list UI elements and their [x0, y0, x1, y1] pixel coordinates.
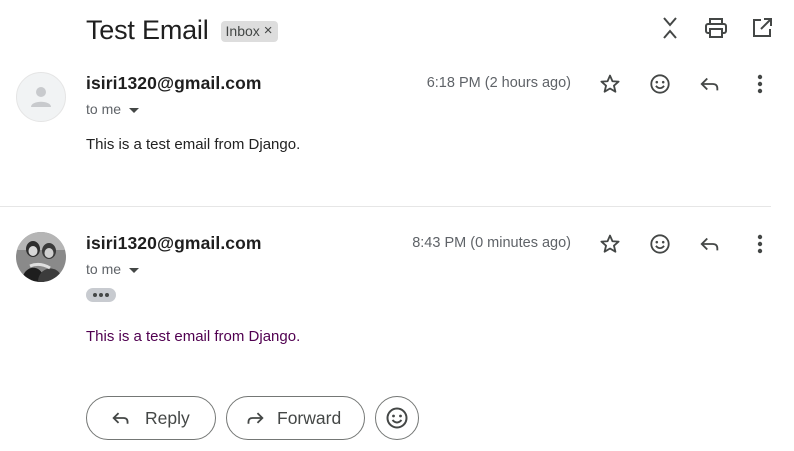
recipient-summary: to me — [86, 261, 122, 277]
collapse-all-icon[interactable] — [658, 16, 682, 40]
message-divider — [0, 206, 771, 207]
print-icon[interactable] — [704, 16, 728, 40]
reply-icon — [112, 412, 129, 424]
star-icon[interactable] — [598, 72, 622, 96]
message-timestamp: 8:43 PM (0 minutes ago) — [412, 235, 571, 251]
star-icon[interactable] — [598, 232, 622, 256]
ellipsis-dot — [93, 293, 97, 297]
remove-label-icon[interactable]: × — [264, 23, 273, 38]
emoji-reaction-icon — [386, 407, 408, 429]
message-item: isiri1320@gmail.com to me 8:43 PM (0 min… — [0, 230, 794, 370]
recipient-details-toggle[interactable]: to me — [86, 101, 140, 117]
forward-icon — [247, 412, 264, 424]
open-in-new-window-icon[interactable] — [750, 16, 774, 40]
reply-icon[interactable] — [698, 72, 722, 96]
message-item: isiri1320@gmail.com to me 6:18 PM (2 hou… — [0, 70, 794, 206]
sender-avatar[interactable] — [16, 232, 66, 282]
reply-icon[interactable] — [698, 232, 722, 256]
profile-photo-icon — [16, 232, 66, 282]
reply-button-label: Reply — [145, 407, 190, 428]
default-avatar-icon — [16, 72, 66, 122]
email-thread-view: Test Email Inbox × isiri1320@gmail.com t… — [0, 0, 794, 451]
message-actions — [598, 232, 772, 256]
reply-button[interactable]: Reply — [86, 396, 216, 440]
thread-toolbar — [658, 16, 774, 40]
ellipsis-dot — [105, 293, 109, 297]
more-options-icon[interactable] — [748, 232, 772, 256]
more-options-icon[interactable] — [748, 72, 772, 96]
emoji-reaction-icon[interactable] — [648, 232, 672, 256]
reply-actions: Reply Forward — [86, 396, 419, 440]
emoji-reaction-button[interactable] — [375, 396, 419, 440]
subject-header: Test Email Inbox × — [86, 12, 278, 48]
recipient-summary: to me — [86, 101, 122, 117]
ellipsis-dot — [99, 293, 103, 297]
email-subject: Test Email — [86, 14, 209, 45]
message-body: This is a test email from Django. — [86, 136, 301, 153]
forward-button[interactable]: Forward — [226, 396, 365, 440]
sender-email[interactable]: isiri1320@gmail.com — [86, 233, 262, 254]
forward-button-label: Forward — [277, 407, 342, 428]
caret-down-icon[interactable] — [129, 107, 140, 113]
emoji-reaction-icon[interactable] — [648, 72, 672, 96]
message-body: This is a test email from Django. — [86, 328, 301, 345]
show-trimmed-content-button[interactable] — [86, 288, 116, 302]
message-actions — [598, 72, 772, 96]
caret-down-icon[interactable] — [129, 267, 140, 273]
sender-email[interactable]: isiri1320@gmail.com — [86, 73, 262, 94]
message-timestamp: 6:18 PM (2 hours ago) — [426, 75, 571, 91]
recipient-details-toggle[interactable]: to me — [86, 261, 140, 277]
label-chip-text: Inbox — [225, 22, 260, 39]
label-chip-inbox[interactable]: Inbox × — [220, 20, 278, 42]
